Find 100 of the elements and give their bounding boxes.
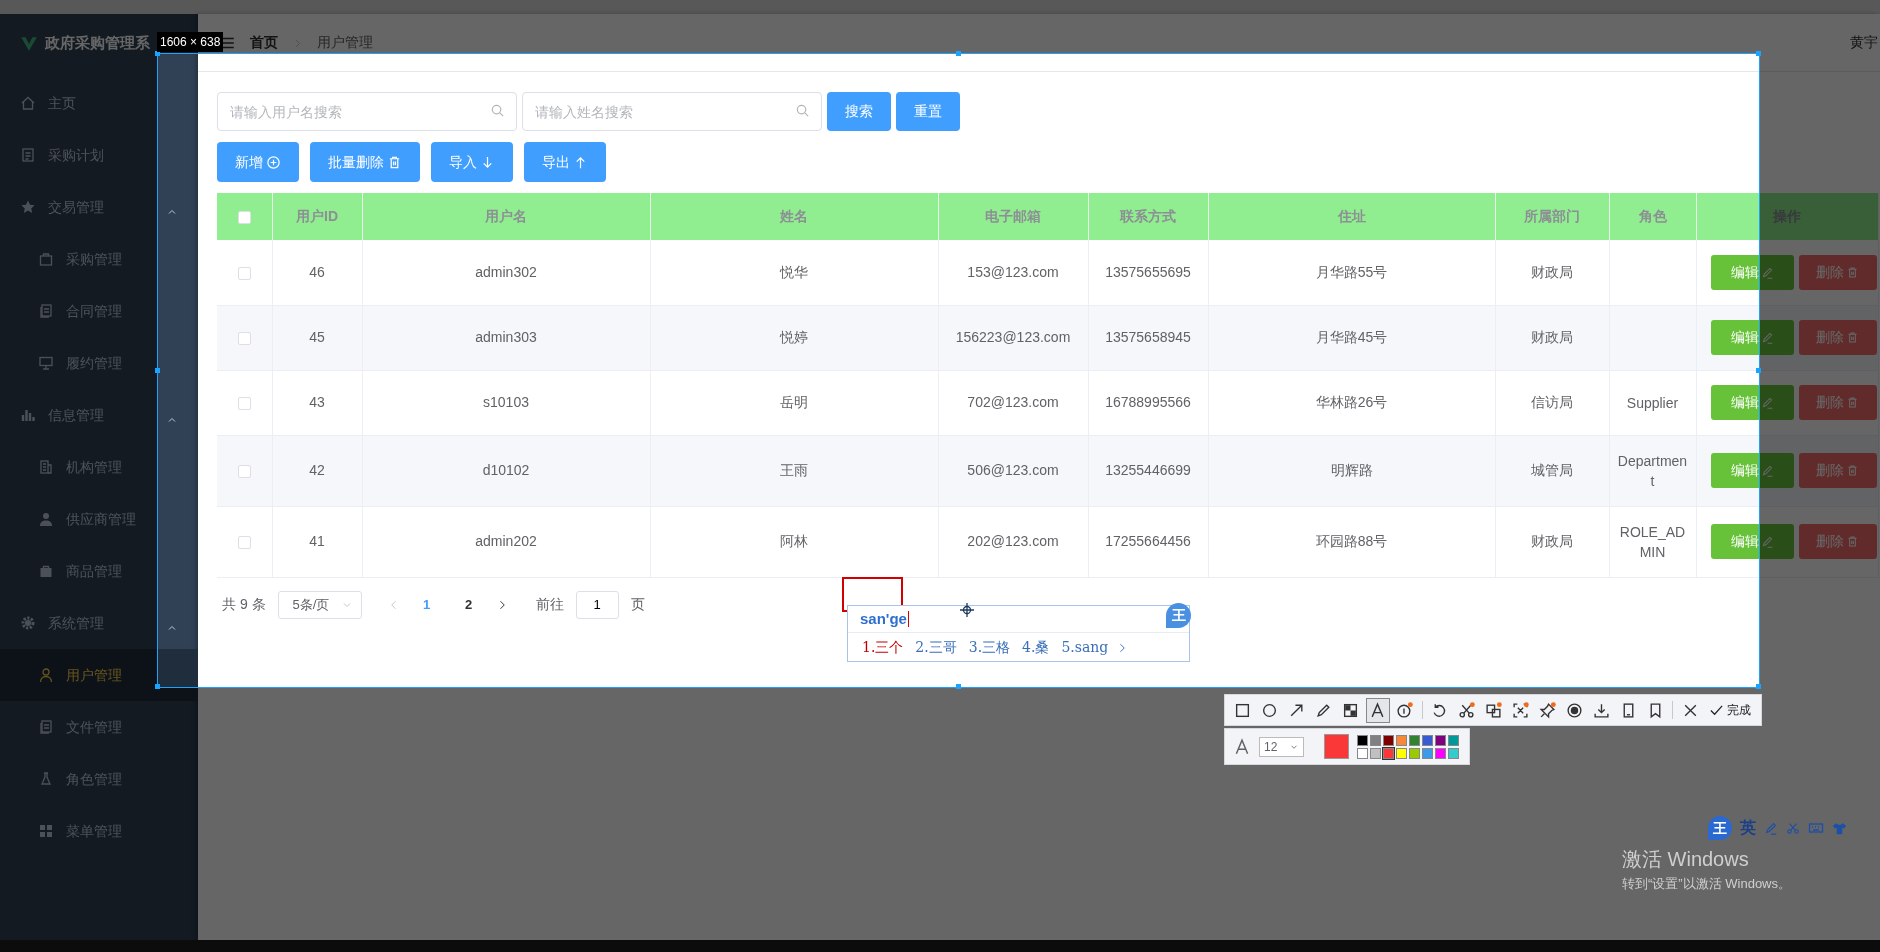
ime-candidate[interactable]: 1.三个: [862, 636, 904, 658]
color-swatch[interactable]: [1370, 734, 1381, 746]
table-cell: Department: [1617, 452, 1688, 489]
edit-button[interactable]: 编辑: [1710, 254, 1794, 290]
pin-icon: [1538, 701, 1556, 719]
batch-delete-button[interactable]: 批量删除: [310, 142, 420, 182]
selection-handle[interactable]: [1756, 684, 1761, 689]
color-swatch[interactable]: [1370, 747, 1381, 759]
ime-candidate[interactable]: 3.三格: [968, 636, 1011, 658]
row-checkbox[interactable]: [237, 331, 251, 345]
activation-hint: 转到“设置”以激活 Windows。: [1622, 875, 1791, 893]
page-input[interactable]: 1: [575, 590, 619, 619]
ime-mode[interactable]: 英: [1740, 816, 1756, 840]
table-cell: 环园路88号: [1315, 533, 1388, 549]
trash-icon: [387, 154, 402, 170]
pen-icon: [1760, 464, 1774, 477]
color-swatch[interactable]: [1396, 734, 1407, 746]
color-swatch[interactable]: [1448, 747, 1459, 759]
current-color-swatch[interactable]: [1324, 734, 1349, 759]
selection-handle[interactable]: [955, 51, 961, 56]
total-count: 共 9 条: [222, 595, 266, 614]
color-swatch[interactable]: [1422, 734, 1433, 746]
download-icon: [1592, 701, 1610, 719]
trash-icon: [1846, 535, 1859, 548]
page-number[interactable]: 2: [453, 594, 484, 615]
font-size-select[interactable]: 12: [1259, 736, 1304, 757]
color-swatch[interactable]: [1383, 747, 1394, 759]
building-icon: [38, 459, 54, 475]
circle-icon: [1261, 701, 1279, 719]
color-swatch[interactable]: [1357, 747, 1368, 759]
ime-candidate[interactable]: 5.sang: [1061, 636, 1109, 658]
column-header: 用户ID: [296, 208, 338, 224]
ime-candidate[interactable]: 2.三哥: [915, 636, 957, 658]
person-icon: [38, 667, 54, 683]
color-swatch[interactable]: [1409, 747, 1420, 759]
table-cell: admin302: [475, 263, 537, 280]
breadcrumb-item[interactable]: 首页: [250, 32, 278, 53]
page-size-select[interactable]: 5条/页: [277, 590, 362, 619]
row-checkbox[interactable]: [237, 266, 251, 280]
ime-candidate[interactable]: 4.桑: [1022, 636, 1050, 658]
search-field[interactable]: 请输入姓名搜索: [522, 92, 822, 131]
row-checkbox[interactable]: [237, 396, 251, 410]
user-name[interactable]: 黄宇: [1850, 32, 1880, 53]
activation-title: 激活 Windows: [1622, 847, 1750, 872]
search-field[interactable]: 请输入用户名搜索: [217, 92, 517, 131]
table-cell: 13255446699: [1105, 462, 1191, 478]
edit-button[interactable]: 编辑: [1710, 524, 1794, 559]
select-all-checkbox[interactable]: [237, 210, 251, 224]
ime-logo[interactable]: 王: [1708, 816, 1732, 840]
table-cell: 明辉路: [1330, 462, 1373, 478]
document-icon: [20, 147, 36, 163]
selection-handle[interactable]: [1756, 367, 1761, 373]
column-header: 用户名: [485, 208, 527, 224]
color-swatch[interactable]: [1435, 734, 1446, 746]
selection-handle[interactable]: [1756, 51, 1761, 56]
scissors-icon: [1786, 821, 1800, 835]
color-swatch[interactable]: [1409, 734, 1420, 746]
column-header: 电子邮箱: [985, 208, 1041, 224]
home-icon: [20, 95, 36, 111]
mosaic-icon: [1342, 701, 1360, 719]
export-button[interactable]: 导出: [524, 142, 606, 182]
table-cell: 45: [309, 329, 325, 345]
table-cell: 岳明: [780, 394, 808, 410]
color-swatch[interactable]: [1435, 747, 1446, 759]
table-cell: 王雨: [780, 462, 808, 478]
import-button[interactable]: 导入: [431, 142, 513, 182]
selection-handle[interactable]: [155, 684, 160, 689]
table-cell: 财政局: [1531, 263, 1573, 280]
page-number[interactable]: 1: [411, 594, 442, 615]
scan-icon: [1511, 701, 1529, 719]
table-cell: 17255664456: [1105, 533, 1191, 549]
edit-button[interactable]: 编辑: [1710, 385, 1794, 420]
row-checkbox[interactable]: [237, 464, 251, 478]
table-cell: 153@123.com: [967, 263, 1059, 280]
color-swatch[interactable]: [1396, 747, 1407, 759]
row-checkbox[interactable]: [237, 535, 251, 549]
color-swatch[interactable]: [1357, 734, 1368, 746]
add-button[interactable]: 新增: [217, 142, 299, 182]
edit-button[interactable]: 编辑: [1710, 453, 1794, 488]
selection-handle[interactable]: [955, 684, 961, 689]
pencil-icon: [1315, 701, 1333, 719]
reset-button[interactable]: 重置: [896, 92, 960, 131]
rectangle-icon: [1234, 701, 1252, 719]
pen-icon: [1760, 265, 1774, 279]
table-cell: 月华路45号: [1315, 329, 1388, 345]
trash-icon: [1846, 265, 1859, 279]
tool-button[interactable]: [1365, 697, 1390, 723]
color-swatch[interactable]: [1422, 747, 1433, 759]
table-cell: 月华路55号: [1315, 263, 1388, 280]
copy-icon: [38, 303, 54, 319]
color-swatch[interactable]: [1383, 734, 1394, 746]
done-button[interactable]: 完成: [1705, 701, 1756, 719]
search-button[interactable]: 搜索: [827, 92, 891, 131]
bag-icon: [38, 251, 54, 267]
selection-handle[interactable]: [155, 367, 160, 373]
trash-icon: [1846, 464, 1859, 477]
edit-button[interactable]: 编辑: [1710, 320, 1794, 355]
color-swatch[interactable]: [1448, 734, 1459, 746]
sidebar-item[interactable]: 用户管理: [0, 649, 198, 701]
gear-icon: [20, 615, 36, 631]
